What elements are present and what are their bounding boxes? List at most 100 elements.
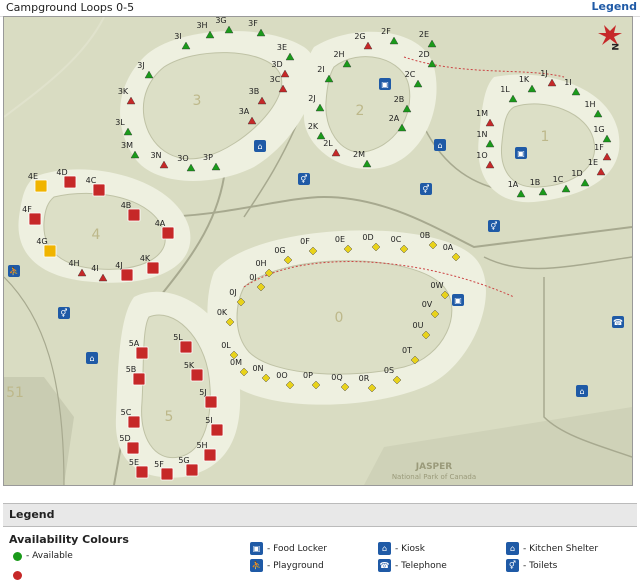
legend-toilets: ⚥ - Toilets: [506, 559, 557, 572]
campsite-label-0a: 0A: [443, 243, 454, 252]
campsite-marker-5b[interactable]: [132, 372, 146, 386]
legend-telephone: ☎ - Telephone: [378, 559, 447, 572]
loop-label-5: 5: [165, 409, 174, 425]
campsite-label-4g: 4G: [36, 237, 47, 246]
campsite-label-2d: 2D: [418, 50, 429, 59]
campsite-marker-5g[interactable]: [185, 463, 199, 477]
campsite-marker-4k[interactable]: [146, 261, 160, 275]
jasper-wordmark: JASPER: [415, 462, 453, 472]
legend-kiosk: ⌂ - Kiosk: [378, 542, 425, 555]
campsite-label-5i: 5I: [205, 416, 212, 425]
campsite-marker-4j[interactable]: [120, 268, 134, 282]
campsite-label-2l: 2L: [323, 139, 333, 148]
campsite-label-0r: 0R: [359, 374, 370, 383]
campsite-label-1g: 1G: [593, 125, 604, 134]
loop-label-3: 3: [193, 93, 202, 109]
campsite-marker-4g[interactable]: [43, 244, 57, 258]
kiosk-icon: ⌂: [378, 542, 391, 555]
campsite-label-3m: 3M: [121, 141, 133, 150]
kiosk-icon-glyph: ⌂: [579, 387, 584, 396]
campsite-label-3k: 3K: [118, 87, 129, 96]
campsite-marker-5h[interactable]: [203, 448, 217, 462]
campsite-label-5h: 5H: [196, 441, 207, 450]
campsite-label-4k: 4K: [140, 254, 151, 263]
campsite-label-3p: 3P: [203, 153, 213, 162]
campsite-label-0k: 0K: [217, 308, 228, 317]
map-canvas[interactable]: 0 1 2 3 4 5 51 1A 1B 1C 1D 1E 1F 1G 1H 1I 1J 1K 1L 1M 1N 1O 2…: [4, 17, 632, 485]
campsite-marker-5l[interactable]: [179, 340, 193, 354]
campsite-marker-5d[interactable]: [126, 441, 140, 455]
campsite-label-5l: 5L: [173, 333, 183, 342]
campsite-label-2f: 2F: [381, 27, 391, 36]
campsite-label-3i: 3I: [174, 32, 181, 41]
campsite-label-1n: 1N: [476, 130, 487, 139]
toilets-icon-glyph: ⚥: [60, 308, 68, 318]
campsite-marker-4c[interactable]: [92, 183, 106, 197]
legend-link[interactable]: Legend: [591, 0, 637, 13]
campsite-label-5g: 5G: [178, 456, 189, 465]
available-label: - Available: [26, 551, 73, 561]
campsite-marker-5a[interactable]: [135, 346, 149, 360]
legend-playground-label: - Playground: [267, 560, 324, 571]
playground-icon-glyph: ⛹: [9, 266, 19, 276]
campsite-label-0v: 0V: [422, 300, 433, 309]
food-locker-icon-glyph: ▣: [381, 80, 389, 89]
campsite-label-4i: 4I: [91, 264, 98, 273]
campsite-label-0l: 0L: [221, 341, 231, 350]
campsite-marker-5e[interactable]: [135, 465, 149, 479]
kitchen-shelter-icon-glyph: ⌂: [437, 141, 442, 150]
campground-map[interactable]: 0 1 2 3 4 5 51 1A 1B 1C 1D 1E 1F 1G 1H 1I 1J 1K 1L 1M 1N 1O 2…: [3, 16, 633, 486]
campsite-label-1l: 1L: [500, 85, 510, 94]
kitchen-shelter-icon-glyph: ⌂: [89, 354, 94, 363]
kitchen-shelter-icon: ⌂: [506, 542, 519, 555]
food-locker-icon-glyph: ▣: [517, 149, 525, 158]
campsite-label-2g: 2G: [354, 32, 365, 41]
campsite-label-1e: 1E: [588, 158, 598, 167]
campsite-marker-4b[interactable]: [127, 208, 141, 222]
campsite-label-2i: 2I: [317, 65, 324, 74]
campsite-label-1f: 1F: [594, 143, 604, 152]
campsite-marker-5k[interactable]: [190, 368, 204, 382]
campsite-label-2m: 2M: [353, 150, 365, 159]
campsite-label-0w: 0W: [431, 281, 444, 290]
campsite-label-1d: 1D: [571, 169, 582, 178]
campsite-label-3a: 3A: [239, 107, 250, 116]
campsite-label-4e: 4E: [28, 172, 38, 181]
campsite-marker-4f[interactable]: [28, 212, 42, 226]
campsite-label-2j: 2J: [308, 94, 315, 103]
campsite-label-4f: 4F: [22, 205, 32, 214]
legend-playground: ⛹ - Playground: [250, 559, 324, 572]
campsite-label-5a: 5A: [129, 339, 140, 348]
campsite-marker-4e[interactable]: [34, 179, 48, 193]
campsite-label-2e: 2E: [419, 30, 429, 39]
campsite-label-2h: 2H: [333, 50, 344, 59]
toilets-icon-glyph: ⚥: [422, 184, 430, 194]
campsite-marker-5c[interactable]: [127, 415, 141, 429]
legend-kiosk-label: - Kiosk: [395, 543, 425, 554]
campsite-marker-5f[interactable]: [160, 467, 174, 481]
legend-bar: Legend: [3, 503, 637, 527]
campsite-label-3b: 3B: [249, 87, 260, 96]
loop-label-2: 2: [356, 103, 365, 119]
campsite-label-0o: 0O: [276, 371, 287, 380]
toilets-icon-glyph: ⚥: [490, 221, 498, 231]
campsite-label-0s: 0S: [384, 366, 394, 375]
campsite-label-1c: 1C: [553, 175, 564, 184]
campsite-label-3c: 3C: [270, 75, 281, 84]
campsite-marker-5j[interactable]: [204, 395, 218, 409]
campsite-label-0m: 0M: [230, 358, 242, 367]
campsite-label-1b: 1B: [530, 178, 541, 187]
food-locker-icon: ▣: [250, 542, 263, 555]
kitchen-shelter-icon-glyph: ⌂: [257, 142, 262, 151]
campsite-marker-4d[interactable]: [63, 175, 77, 189]
campsite-label-4b: 4B: [121, 201, 132, 210]
available-dot-icon: [13, 551, 22, 561]
campsite-label-1a: 1A: [508, 180, 519, 189]
campsite-marker-5i[interactable]: [210, 423, 224, 437]
campsite-label-5j: 5J: [199, 388, 206, 397]
campsite-label-5k: 5K: [184, 361, 195, 370]
telephone-icon: ☎: [378, 559, 391, 572]
campsite-label-0t: 0T: [402, 346, 412, 355]
campsite-marker-4a[interactable]: [161, 226, 175, 240]
campsite-label-1o: 1O: [476, 151, 487, 160]
